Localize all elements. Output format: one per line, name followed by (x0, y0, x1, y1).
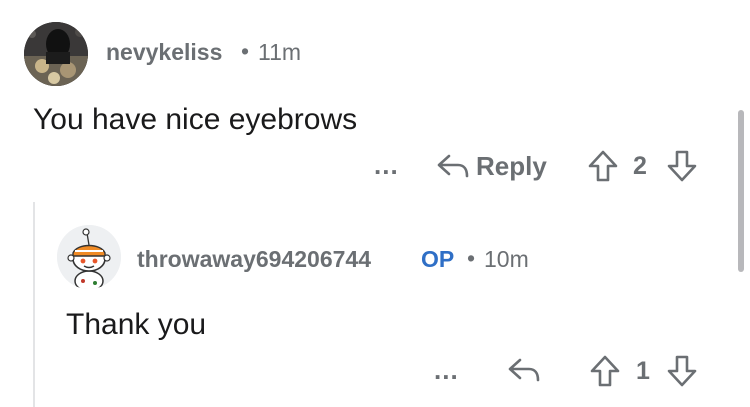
snoo-avatar-icon (57, 225, 121, 289)
comment-timestamp: 11m (258, 39, 302, 65)
downvote-button[interactable] (667, 354, 697, 388)
reply-arrow-icon (508, 358, 540, 382)
reply-button[interactable]: Reply (436, 149, 547, 183)
upvote-button[interactable] (590, 354, 620, 388)
upvote-button[interactable] (588, 149, 618, 183)
user-avatar-image (24, 22, 88, 86)
downvote-arrow-icon (667, 150, 697, 182)
scrollbar-thumb[interactable] (738, 110, 744, 272)
avatar[interactable] (57, 225, 121, 289)
op-badge: OP (421, 246, 455, 272)
avatar[interactable] (24, 22, 88, 86)
thread-line[interactable] (33, 202, 35, 407)
meta-separator: • (241, 38, 250, 64)
comment-timestamp: 10m (484, 246, 529, 272)
meta-separator: • (467, 245, 476, 271)
reply-arrow-icon (437, 154, 469, 178)
vote-score: 1 (636, 357, 650, 385)
more-options-button[interactable]: ... (374, 150, 399, 181)
comment-body: Thank you (66, 308, 207, 341)
downvote-button[interactable] (667, 149, 697, 183)
comment-body: You have nice eyebrows (33, 103, 358, 136)
comment-username[interactable]: throwaway694206744 (137, 246, 371, 273)
upvote-arrow-icon (588, 150, 618, 182)
vote-score: 2 (633, 152, 647, 180)
comment-username[interactable]: nevykeliss (106, 39, 222, 66)
upvote-arrow-icon (590, 355, 620, 387)
reply-label: Reply (476, 150, 547, 181)
more-options-button[interactable]: ... (434, 355, 459, 386)
downvote-arrow-icon (667, 355, 697, 387)
reply-button[interactable] (507, 356, 541, 384)
